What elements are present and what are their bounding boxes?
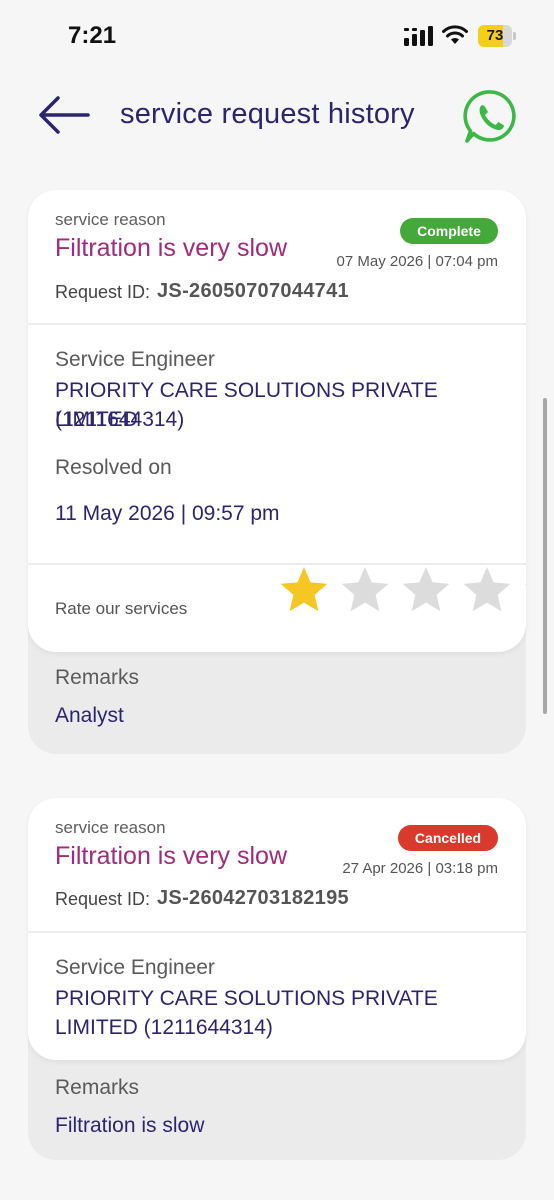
back-arrow-icon[interactable] <box>36 92 94 138</box>
wifi-icon <box>442 25 468 44</box>
battery-indicator: 73 <box>478 25 516 47</box>
status-badge: Complete <box>400 218 498 244</box>
star-rating[interactable] <box>278 564 526 624</box>
remarks-label: Remarks <box>55 666 140 689</box>
resolved-on-value: 11 May 2026 | 09:57 pm <box>55 502 280 525</box>
star-filled-icon[interactable] <box>278 564 330 616</box>
request-id-value: JS-26050707044741 <box>157 280 349 302</box>
star-empty-icon[interactable] <box>522 564 526 616</box>
service-engineer-name: PRIORITY CARE SOLUTIONS PRIVATE <box>55 987 438 1010</box>
resolved-on-label: Resolved on <box>55 456 172 479</box>
rate-services-label: Rate our services <box>55 599 188 618</box>
divider <box>28 323 526 325</box>
service-engineer-id: (1211644314) <box>55 408 185 431</box>
star-empty-icon[interactable] <box>339 564 391 616</box>
service-reason-label: service reason <box>55 210 166 229</box>
service-request-card-body: service reason Filtration is very slow C… <box>28 798 526 1060</box>
service-request-card[interactable]: service reason Filtration is very slow C… <box>28 190 526 754</box>
battery-level-text: 73 <box>486 27 504 44</box>
whatsapp-icon[interactable] <box>462 88 520 146</box>
cellular-signal-icon <box>404 26 433 46</box>
remarks-value: Analyst <box>55 704 124 727</box>
service-engineer-id: LIMITED (1211644314) <box>55 1016 273 1039</box>
request-id-label: Request ID: <box>55 282 151 302</box>
service-engineer-label: Service Engineer <box>55 956 215 979</box>
page-header: service request history <box>0 70 554 170</box>
scrollbar[interactable] <box>543 398 547 714</box>
star-empty-icon[interactable] <box>400 564 452 616</box>
request-date: 27 Apr 2026 | 03:18 pm <box>342 860 498 877</box>
request-id-label: Request ID: <box>55 889 151 909</box>
divider <box>28 931 526 933</box>
service-reason-label: service reason <box>55 818 166 837</box>
page-title: service request history <box>120 98 415 130</box>
status-bar: 7:21 73 <box>0 0 554 70</box>
service-engineer-label: Service Engineer <box>55 348 215 371</box>
remarks-value: Filtration is slow <box>55 1114 205 1137</box>
service-reason-text: Filtration is very slow <box>55 234 287 262</box>
request-date: 07 May 2026 | 07:04 pm <box>336 253 499 270</box>
request-id-value: JS-26042703182195 <box>157 887 349 909</box>
status-badge: Cancelled <box>398 825 498 851</box>
service-request-card-body: service reason Filtration is very slow C… <box>28 190 526 652</box>
status-time: 7:21 <box>68 22 117 49</box>
star-empty-icon[interactable] <box>461 564 513 616</box>
service-request-card[interactable]: service reason Filtration is very slow C… <box>28 798 526 1160</box>
remarks-label: Remarks <box>55 1076 140 1099</box>
service-reason-text: Filtration is very slow <box>55 842 287 870</box>
